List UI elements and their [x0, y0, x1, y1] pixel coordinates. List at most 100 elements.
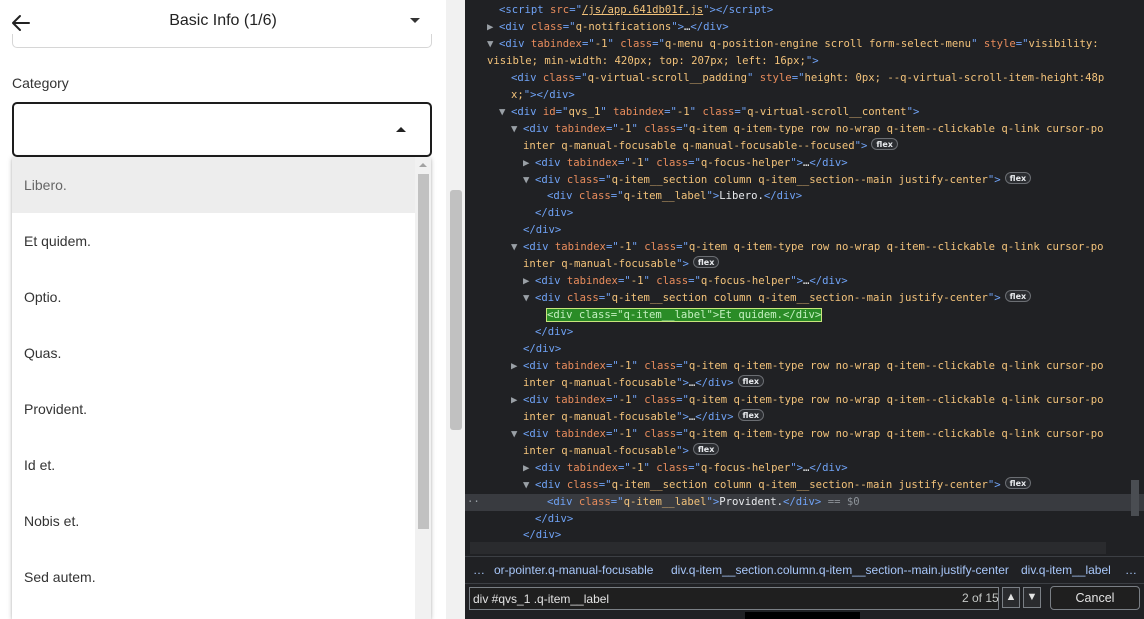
menu-option[interactable]: Sed autem. — [12, 549, 415, 605]
breadcrumb-overflow-right[interactable]: … — [1125, 563, 1137, 577]
dom-node-line[interactable]: ▼ <div tabindex="-1" class="q-item q-item… — [465, 121, 1144, 138]
match-count: 2 of 15 — [962, 591, 999, 605]
menu-option[interactable]: Nobis et. — [12, 493, 415, 549]
breadcrumb-item[interactable]: or-pointer.q-manual-focusable — [494, 563, 653, 577]
dom-node-text: inter q-manual-focusable q-manual-focusa… — [523, 137, 898, 155]
dom-node-line[interactable]: ▼ <div tabindex="-1" class="q-item q-item… — [465, 426, 1144, 443]
page-scrollbar-thumb[interactable] — [450, 190, 462, 430]
dom-node-line[interactable]: ▼ <div tabindex="-1" class="q-menu q-posi… — [465, 36, 1144, 53]
caret-down-icon[interactable] — [410, 18, 420, 23]
menu-option[interactable]: Provident. — [12, 381, 415, 437]
dom-node-text: </div> — [535, 512, 574, 525]
dom-node-text: </div> — [523, 224, 562, 237]
collapsed-triangle-icon[interactable]: ▶ — [487, 19, 499, 36]
category-label: Category — [12, 75, 69, 91]
dom-node-text: visible; min-width: 420px; top: 207px; l… — [487, 54, 819, 67]
dom-node-line[interactable]: ▶ <div tabindex="-1" class="q-focus-helpe… — [465, 460, 1144, 477]
page-scrollbar[interactable] — [446, 0, 465, 619]
category-select[interactable] — [12, 102, 432, 157]
cancel-button[interactable]: Cancel — [1050, 586, 1140, 610]
expanded-triangle-icon[interactable]: ▼ — [511, 239, 523, 256]
dom-node-line[interactable]: ▼ <div id="qvs_1" tabindex="-1" class="q-… — [465, 104, 1144, 121]
dom-node-line[interactable]: x;"></div> — [465, 87, 1144, 104]
dom-tree: <script src="/js/app.641db01f.js"></scri… — [465, 0, 1144, 556]
dom-node-text: ▼ <div id="qvs_1" tabindex="-1" class="q-… — [499, 104, 919, 121]
dom-node-line[interactable]: inter q-manual-focusable">…</div> flex — [465, 408, 1144, 426]
menu-option[interactable]: Optio. — [12, 269, 415, 325]
dom-node-line[interactable]: ▼ <div class="q-item__section column q-it… — [465, 171, 1144, 189]
dom-node-line[interactable]: ▶ <div tabindex="-1" class="q-item q-item… — [465, 392, 1144, 409]
dom-node-text: ▼ <div tabindex="-1" class="q-item q-item… — [511, 239, 1103, 256]
more-options-icon[interactable]: ·· — [467, 494, 480, 511]
breadcrumb-item-active[interactable]: div.q-item__label — [1021, 563, 1111, 577]
dom-node-text: ▶ <div tabindex="-1" class="q-focus-helpe… — [523, 155, 848, 172]
dom-node-line[interactable]: </div> — [465, 341, 1144, 358]
caret-up-icon — [396, 127, 406, 132]
dom-node-text: ▼ <div class="q-item__section column q-it… — [523, 476, 1032, 494]
dom-tree-vertical-scrollbar-thumb[interactable] — [1131, 480, 1139, 516]
collapsed-triangle-icon[interactable]: ▶ — [523, 460, 535, 477]
category-options-menu: Libero. Et quidem. Optio. Quas. Provident. Id… — [12, 157, 431, 619]
next-match-button[interactable]: ▼ — [1023, 587, 1041, 608]
dom-node-text: <div class="q-item__label">Libero.</div> — [547, 190, 803, 203]
window-edge-strip — [745, 612, 860, 619]
dom-node-text: ▼ <div tabindex="-1" class="q-menu q-posi… — [487, 36, 1099, 53]
scroll-up-arrow-icon[interactable] — [419, 163, 427, 167]
expanded-triangle-icon[interactable]: ▼ — [499, 104, 511, 121]
menu-option[interactable]: Quas. — [12, 325, 415, 381]
dom-node-text: ▼ <div tabindex="-1" class="q-item q-item… — [511, 121, 1103, 138]
dom-node-line[interactable]: ▶ <div tabindex="-1" class="q-item q-item… — [465, 358, 1144, 375]
dom-node-line[interactable]: </div> — [465, 205, 1144, 222]
element-breadcrumbs: … or-pointer.q-manual-focusable div.q-it… — [465, 556, 1144, 583]
dom-node-line[interactable]: <div class="q-virtual-scroll__padding" s… — [465, 70, 1144, 87]
dom-node-line[interactable]: inter q-manual-focusable"> flex — [465, 256, 1144, 273]
expanded-triangle-icon[interactable]: ▼ — [487, 36, 499, 53]
search-input[interactable] — [469, 587, 999, 610]
dom-node-line[interactable]: ▶ <div class="q-notifications">…</div> — [465, 19, 1144, 36]
collapsed-triangle-icon[interactable]: ▶ — [523, 273, 535, 290]
dom-node-text: </div> — [535, 207, 574, 220]
expanded-triangle-icon[interactable]: ▼ — [511, 426, 523, 443]
menu-scrollbar[interactable] — [415, 157, 431, 619]
dom-node-text: ▶ <div tabindex="-1" class="q-item q-item… — [511, 358, 1103, 375]
dom-node-text: <script src="/js/app.641db01f.js"></scri… — [499, 4, 774, 16]
dom-node-line[interactable]: visible; min-width: 420px; top: 207px; l… — [465, 53, 1144, 70]
breadcrumb-overflow-left[interactable]: … — [473, 563, 485, 577]
dom-node-line[interactable]: ▼ <div class="q-item__section column q-it… — [465, 476, 1144, 494]
collapsed-triangle-icon[interactable]: ▶ — [511, 358, 523, 375]
collapsed-triangle-icon[interactable]: ▶ — [523, 155, 535, 172]
dom-node-line[interactable]: <div class="q-item__label">Libero.</div> — [465, 188, 1144, 205]
dom-node-text: <div class="q-item__label">Provident.</d… — [547, 495, 860, 508]
dom-node-line[interactable]: ▼ <div tabindex="-1" class="q-item q-item… — [465, 239, 1144, 256]
dom-node-line[interactable]: </div> — [465, 324, 1144, 341]
menu-option[interactable]: Id et. — [12, 437, 415, 493]
dom-node-line[interactable]: </div> — [465, 511, 1144, 528]
menu-scrollbar-thumb[interactable] — [418, 174, 429, 529]
collapsed-triangle-icon[interactable]: ▶ — [511, 392, 523, 409]
search-bar: 2 of 15 ▲ ▼ Cancel — [465, 583, 1144, 619]
dom-node-line[interactable]: inter q-manual-focusable q-manual-focusa… — [465, 137, 1144, 155]
app-pane: Basic Info (1/6) Category Libero. Et quid… — [0, 0, 446, 619]
dom-node-text: ▼ <div class="q-item__section column q-it… — [523, 290, 1032, 307]
dom-tree-horizontal-scrollbar[interactable] — [470, 542, 1106, 554]
expanded-triangle-icon[interactable]: ▼ — [511, 121, 523, 138]
dom-node-line[interactable]: inter q-manual-focusable">…</div> flex — [465, 374, 1144, 392]
dom-node-text: <div class="q-virtual-scroll__padding" s… — [511, 71, 1105, 84]
dom-node-selected[interactable]: ·· <div class="q-item__label">Provident.<… — [465, 493, 1144, 511]
expanded-triangle-icon[interactable]: ▼ — [523, 172, 535, 189]
expanded-triangle-icon[interactable]: ▼ — [523, 290, 535, 307]
dom-node-text: ▼ <div tabindex="-1" class="q-item q-item… — [511, 426, 1103, 443]
expanded-triangle-icon[interactable]: ▼ — [523, 477, 535, 494]
breadcrumb-item[interactable]: div.q-item__section.column.q-item__secti… — [671, 563, 1009, 577]
dom-node-line[interactable]: <script src="/js/app.641db01f.js"></scri… — [465, 2, 1144, 19]
dom-node-line[interactable]: inter q-manual-focusable"> flex — [465, 442, 1144, 460]
menu-option[interactable]: Libero. — [12, 157, 415, 213]
dom-node-line[interactable]: <div class="q-item__label">Et quidem.</d… — [465, 307, 1144, 324]
menu-option[interactable]: Et quidem. — [12, 213, 415, 269]
previous-match-button[interactable]: ▲ — [1002, 587, 1020, 608]
dom-node-line[interactable]: ▶ <div tabindex="-1" class="q-focus-helpe… — [465, 155, 1144, 172]
dom-node-text: </div> — [523, 343, 562, 355]
dom-node-line[interactable]: ▼ <div class="q-item__section column q-it… — [465, 290, 1144, 307]
dom-node-line[interactable]: ▶ <div tabindex="-1" class="q-focus-helpe… — [465, 273, 1144, 290]
dom-node-line[interactable]: </div> — [465, 222, 1144, 239]
